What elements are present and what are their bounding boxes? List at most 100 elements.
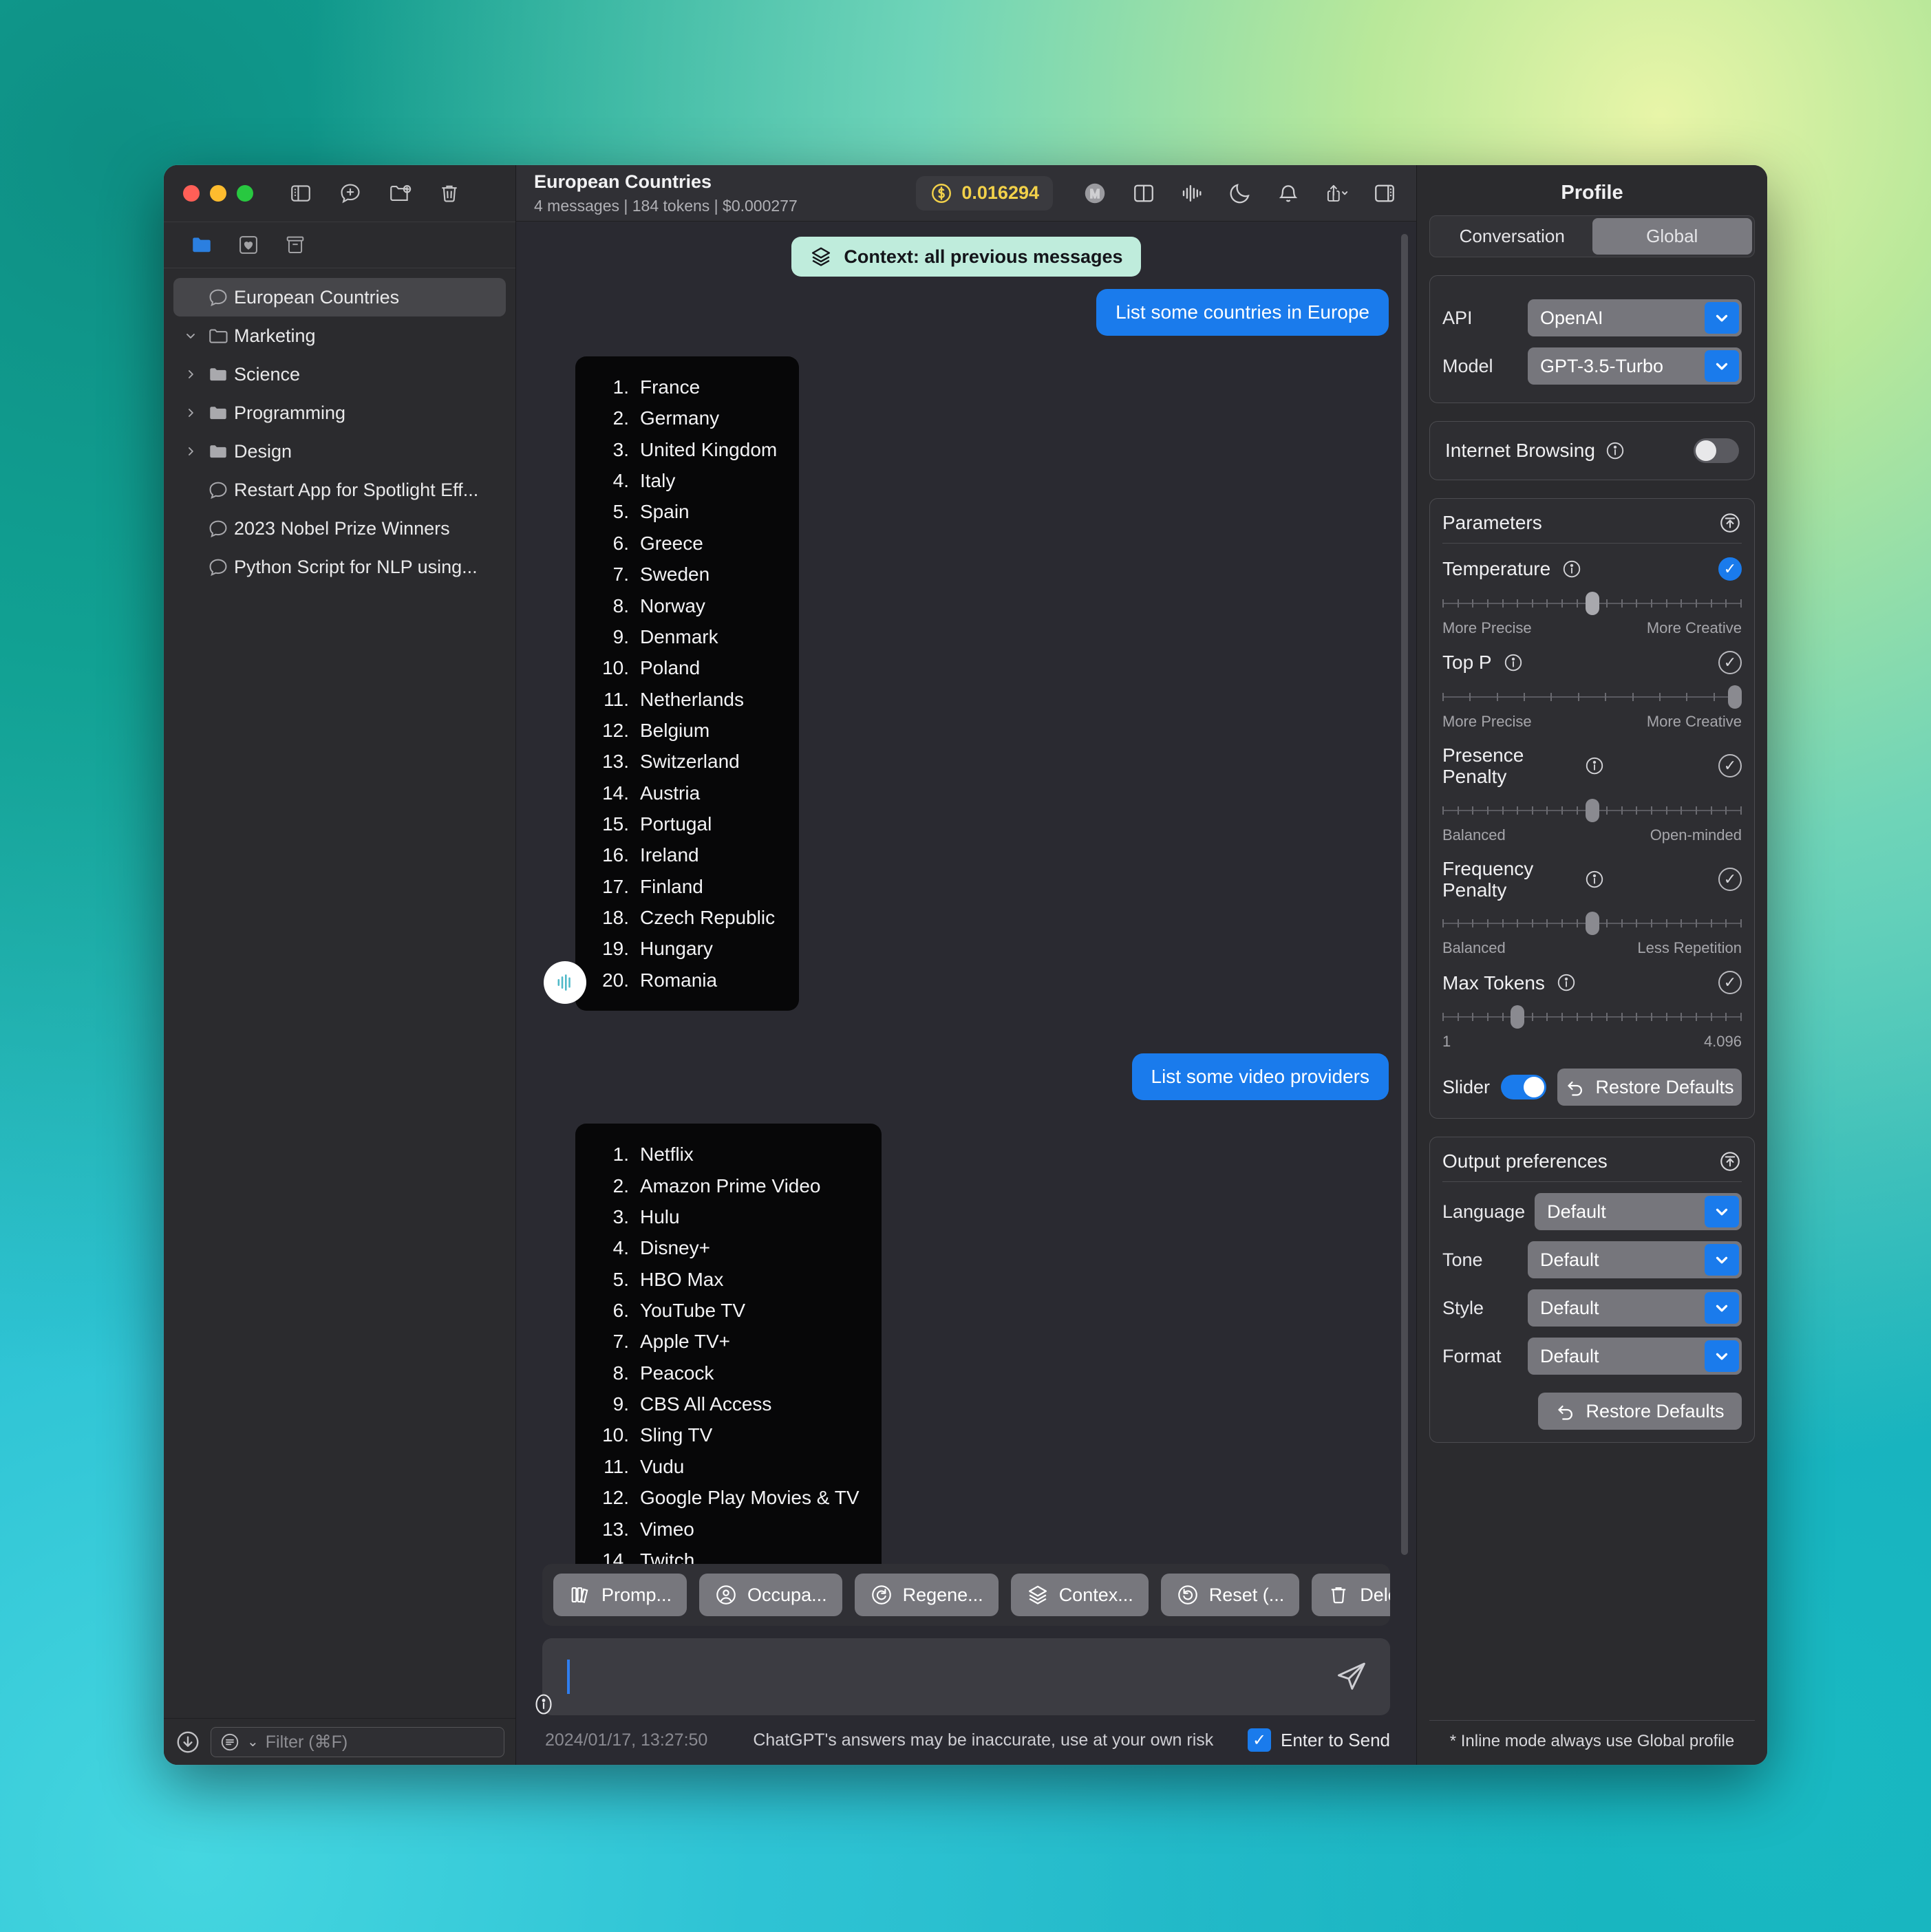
max-tokens-slider[interactable] (1442, 1005, 1742, 1029)
list-item: Amazon Prime Video (640, 1174, 821, 1196)
language-select[interactable]: Default (1535, 1193, 1742, 1231)
context-banner[interactable]: Context: all previous messages (791, 237, 1141, 277)
info-icon[interactable] (1605, 440, 1625, 461)
filter-list-icon[interactable] (220, 1732, 240, 1752)
chevron-down-icon[interactable] (1705, 1196, 1739, 1228)
chat-bubble-icon (202, 517, 234, 539)
info-icon[interactable] (1584, 755, 1605, 776)
sidebar-item-nobel-prize[interactable]: 2023 Nobel Prize Winners (173, 509, 506, 548)
top-p-slider[interactable] (1442, 685, 1742, 709)
collapse-up-icon[interactable] (1718, 1150, 1742, 1173)
enter-to-send-checkbox[interactable]: ✓ (1248, 1728, 1271, 1752)
output-restore-row: Restore Defaults (1442, 1393, 1742, 1430)
reset-button[interactable]: Reset (... (1160, 1574, 1300, 1616)
info-icon[interactable] (1556, 972, 1577, 993)
prompts-button[interactable]: Promp... (553, 1574, 687, 1616)
chevron-right-icon[interactable] (179, 444, 202, 458)
occupation-button[interactable]: Occupa... (699, 1574, 842, 1616)
api-select[interactable]: OpenAI (1528, 299, 1742, 336)
slider-mode-toggle[interactable] (1501, 1075, 1547, 1100)
chat-scrollbar[interactable] (1401, 234, 1408, 1555)
tab-conversation[interactable]: Conversation (1432, 218, 1592, 255)
close-window-button[interactable] (183, 185, 200, 202)
folder-icon (202, 440, 234, 462)
collapse-up-icon[interactable] (1718, 511, 1742, 535)
moon-icon[interactable] (1228, 181, 1252, 206)
right-panel-icon[interactable] (1372, 181, 1397, 206)
split-view-icon[interactable] (1131, 181, 1156, 206)
chevron-down-icon[interactable] (1705, 1340, 1739, 1373)
slider-knob[interactable] (1585, 912, 1599, 936)
slider-knob[interactable] (1728, 685, 1742, 709)
sidebar-item-design[interactable]: Design (173, 432, 506, 471)
info-circle-icon[interactable] (531, 1692, 556, 1717)
cost-badge[interactable]: 0.016294 (916, 175, 1053, 211)
new-chat-icon[interactable] (339, 182, 362, 205)
internet-browsing-toggle[interactable] (1694, 438, 1739, 463)
tone-select[interactable]: Default (1528, 1241, 1742, 1279)
chevron-down-icon[interactable] (179, 329, 202, 343)
sidebar-item-programming[interactable]: Programming (173, 394, 506, 432)
chevron-down-icon[interactable] (1705, 1244, 1739, 1276)
sidebar-item-european-countries[interactable]: European Countries (173, 278, 506, 316)
regenerate-button[interactable]: Regene... (854, 1574, 999, 1616)
info-icon[interactable] (1503, 652, 1524, 673)
button-label: Occupa... (747, 1584, 827, 1605)
max-tokens-enabled-checkbox[interactable]: ✓ (1718, 971, 1742, 995)
format-select[interactable]: Default (1528, 1338, 1742, 1375)
model-select[interactable]: GPT-3.5-Turbo (1528, 347, 1742, 385)
sidebar-item-restart-app[interactable]: Restart App for Spotlight Eff... (173, 471, 506, 509)
presence-penalty-label-group: Presence Penalty (1442, 744, 1605, 788)
chevron-right-icon[interactable] (179, 406, 202, 420)
output-restore-defaults-button[interactable]: Restore Defaults (1538, 1393, 1742, 1430)
new-folder-icon[interactable] (388, 182, 412, 205)
style-select[interactable]: Default (1528, 1289, 1742, 1327)
share-icon[interactable] (1324, 181, 1349, 206)
trash-icon[interactable] (438, 182, 461, 205)
temperature-enabled-checkbox[interactable]: ✓ (1718, 557, 1742, 581)
slider-knob[interactable] (1585, 798, 1599, 822)
presence-penalty-slider[interactable] (1442, 798, 1742, 822)
presence-penalty-enabled-checkbox[interactable]: ✓ (1718, 754, 1742, 778)
delete-button[interactable]: Delete... (1312, 1574, 1390, 1616)
model-badge-icon[interactable]: M (1082, 180, 1108, 206)
download-circle-icon[interactable] (175, 1729, 201, 1755)
minimize-window-button[interactable] (210, 185, 226, 202)
frequency-penalty-enabled-checkbox[interactable]: ✓ (1718, 868, 1742, 892)
sidebar-item-favorites[interactable] (235, 233, 262, 257)
message-input[interactable] (542, 1638, 1390, 1715)
assistant-message-bubble: Netflix Amazon Prime Video Hulu Disney+ … (575, 1124, 882, 1564)
filter-input[interactable]: ⌄ Filter (⌘F) (211, 1726, 504, 1757)
maximize-window-button[interactable] (237, 185, 253, 202)
chevron-down-icon[interactable] (1705, 350, 1739, 382)
tab-global[interactable]: Global (1592, 218, 1752, 255)
slider-knob[interactable] (1585, 592, 1599, 615)
filter-placeholder: Filter (⌘F) (265, 1732, 348, 1752)
context-button[interactable]: Contex... (1010, 1574, 1149, 1616)
send-paper-plane-icon[interactable] (1332, 1658, 1369, 1695)
temperature-slider[interactable] (1442, 592, 1742, 615)
sidebar-item-folders[interactable] (189, 233, 215, 257)
chevron-down-icon[interactable] (1705, 302, 1739, 334)
sidebar-item-python-script[interactable]: Python Script for NLP using... (173, 548, 506, 586)
sidebar-item-marketing[interactable]: Marketing (173, 316, 506, 355)
info-icon[interactable] (1584, 869, 1605, 890)
chevron-right-icon[interactable] (179, 367, 202, 381)
waveform-icon[interactable] (1180, 181, 1204, 206)
sidebar-toggle-icon[interactable] (289, 182, 312, 205)
chevron-down-icon[interactable] (1705, 1292, 1739, 1324)
parameters-restore-defaults-button[interactable]: Restore Defaults (1557, 1069, 1742, 1106)
enter-to-send-group[interactable]: ✓ Enter to Send (1248, 1728, 1390, 1752)
slider-knob[interactable] (1510, 1005, 1524, 1029)
info-icon[interactable] (1561, 559, 1582, 579)
bell-icon[interactable] (1276, 181, 1301, 206)
button-label: Regene... (902, 1584, 983, 1605)
person-circle-icon (714, 1583, 738, 1607)
sidebar-item-archive[interactable] (282, 233, 308, 257)
frequency-penalty-slider[interactable] (1442, 912, 1742, 936)
chevron-down-icon[interactable]: ⌄ (247, 1733, 259, 1750)
assistant-avatar (544, 961, 586, 1005)
sidebar-item-science[interactable]: Science (173, 355, 506, 394)
chat-header-icons: M (1082, 180, 1397, 206)
top-p-enabled-checkbox[interactable]: ✓ (1718, 651, 1742, 674)
